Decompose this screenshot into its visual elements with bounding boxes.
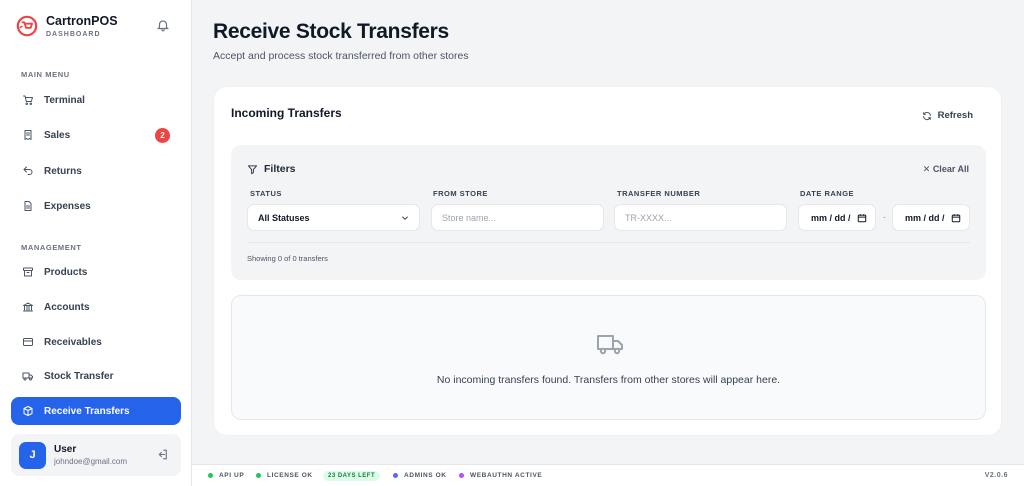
refresh-icon: [922, 111, 931, 120]
status-webauthn: WEBAUTHN ACTIVE: [459, 472, 542, 479]
sidebar-item-label: Expenses: [44, 200, 91, 212]
filters-heading-label: Filters: [264, 163, 296, 175]
status-api-label: API UP: [219, 472, 245, 479]
calendar-icon[interactable]: [857, 213, 867, 223]
status-dot: [459, 473, 464, 478]
status-bar: API UP LICENSE OK 23 DAYS LEFT ADMINS OK…: [192, 464, 1024, 486]
calendar-icon[interactable]: [951, 213, 961, 223]
sidebar: CartronPOS DASHBOARD MAIN MENU Terminal …: [0, 0, 192, 486]
logout-icon[interactable]: [156, 448, 169, 461]
sidebar-item-expenses[interactable]: Expenses: [11, 192, 181, 220]
receipt-icon: [24, 130, 32, 140]
filters-divider: [247, 242, 970, 243]
results-count: Showing 0 of 0 transfers: [247, 254, 328, 263]
truck-icon: [597, 335, 623, 355]
filter-icon: [247, 164, 258, 174]
clear-all-button[interactable]: ✕ Clear All: [923, 164, 969, 175]
user-email: johndoe@gmail.com: [54, 457, 128, 466]
sidebar-item-label: Receive Transfers: [44, 405, 130, 417]
sidebar-item-label: Sales: [44, 129, 71, 141]
incoming-transfers-card: Incoming Transfers Refresh Filters ✕ Cle…: [213, 86, 1002, 436]
sidebar-item-sales[interactable]: Sales 2: [11, 121, 181, 149]
sidebar-item-returns[interactable]: Returns: [11, 157, 181, 185]
status-select[interactable]: All Statuses: [247, 204, 420, 231]
status-dot: [256, 473, 261, 478]
sidebar-item-label: Receivables: [44, 336, 102, 348]
document-icon: [24, 201, 32, 211]
credit-card-icon: [23, 338, 33, 346]
from-store-label: FROM STORE: [433, 189, 488, 198]
empty-state: No incoming transfers found. Transfers f…: [231, 295, 986, 420]
sidebar-item-stock-transfer[interactable]: Stock Transfer: [11, 362, 181, 390]
sidebar-item-label: Stock Transfer: [44, 370, 114, 382]
refresh-label: Refresh: [937, 110, 973, 121]
chevron-down-icon: [402, 216, 408, 220]
status-license: LICENSE OK: [256, 472, 313, 479]
transfer-number-placeholder: TR-XXXX...: [625, 212, 672, 223]
transfer-number-input[interactable]: TR-XXXX...: [614, 204, 787, 231]
transfer-number-label: TRANSFER NUMBER: [617, 189, 701, 198]
sidebar-item-label: Products: [44, 266, 88, 278]
app-version: V2.0.6: [984, 472, 1008, 479]
date-to-input[interactable]: mm / dd /: [892, 204, 970, 231]
sidebar-item-label: Terminal: [44, 94, 85, 106]
return-arrow-icon: [23, 166, 33, 175]
management-label: MANAGEMENT: [21, 243, 82, 252]
sidebar-item-label: Returns: [44, 165, 82, 177]
sidebar-item-receive-transfers[interactable]: Receive Transfers: [11, 397, 181, 425]
user-card[interactable]: J User johndoe@gmail.com: [11, 434, 181, 476]
package-icon: [23, 406, 33, 416]
close-icon: ✕: [922, 164, 931, 174]
status-dot: [208, 473, 213, 478]
date-from-value: mm / dd /: [811, 212, 851, 223]
app-name: CartronPOS: [46, 14, 118, 28]
status-admins: ADMINS OK: [393, 472, 447, 479]
sidebar-item-terminal[interactable]: Terminal: [11, 86, 181, 114]
bell-icon[interactable]: [156, 18, 170, 32]
from-store-input[interactable]: Store name...: [431, 204, 604, 231]
date-range-separator: -: [883, 212, 886, 222]
sales-count-badge: 2: [155, 127, 170, 143]
page-title: Receive Stock Transfers: [213, 20, 449, 43]
status-label: STATUS: [250, 189, 282, 198]
date-range-label: DATE RANGE: [800, 189, 855, 198]
filters-panel: Filters ✕ Clear All STATUS FROM STORE TR…: [231, 145, 986, 280]
sidebar-item-label: Accounts: [44, 301, 90, 313]
page-subtitle: Accept and process stock transferred fro…: [213, 50, 469, 62]
bank-icon: [23, 302, 33, 312]
cartron-logo-icon: [16, 15, 38, 37]
date-to-value: mm / dd /: [905, 212, 945, 223]
clear-all-label: Clear All: [932, 164, 969, 174]
status-license-label: LICENSE OK: [267, 472, 313, 479]
avatar: J: [19, 441, 46, 469]
archive-box-icon: [23, 267, 33, 277]
days-left-badge: 23 DAYS LEFT: [323, 471, 381, 481]
cart-icon: [23, 95, 33, 105]
status-webauthn-label: WEBAUTHN ACTIVE: [470, 472, 543, 479]
card-title: Incoming Transfers: [231, 106, 342, 120]
main-menu-label: MAIN MENU: [21, 70, 70, 79]
filters-heading: Filters: [247, 163, 296, 175]
status-api: API UP: [208, 472, 244, 479]
status-select-value: All Statuses: [258, 212, 310, 223]
status-dot: [393, 473, 398, 478]
date-from-input[interactable]: mm / dd /: [798, 204, 876, 231]
status-admins-label: ADMINS OK: [404, 472, 447, 479]
from-store-placeholder: Store name...: [442, 212, 497, 223]
app-subtitle: DASHBOARD: [46, 31, 101, 38]
brand[interactable]: CartronPOS DASHBOARD: [16, 14, 118, 38]
sidebar-item-receivables[interactable]: Receivables: [11, 328, 181, 356]
sidebar-item-products[interactable]: Products: [11, 258, 181, 286]
user-name: User: [54, 444, 77, 455]
truck-icon: [22, 372, 33, 381]
empty-state-message: No incoming transfers found. Transfers f…: [436, 374, 781, 386]
sidebar-item-accounts[interactable]: Accounts: [11, 293, 181, 321]
refresh-button[interactable]: Refresh: [922, 110, 973, 121]
